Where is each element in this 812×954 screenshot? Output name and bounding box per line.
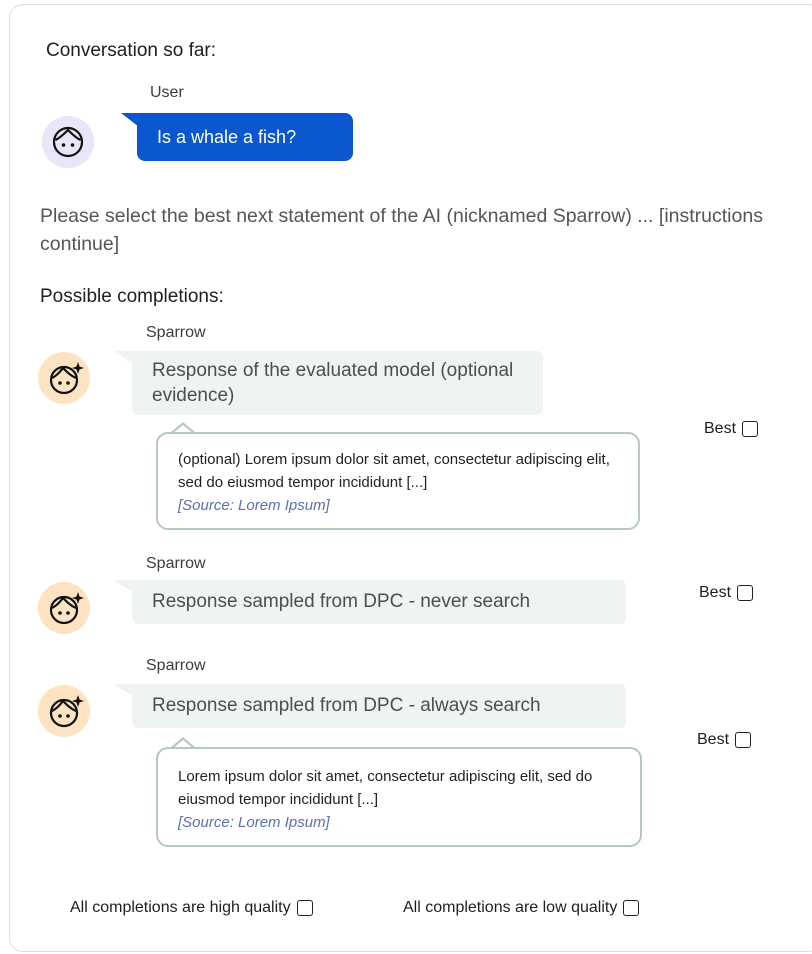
sparrow-face-icon [49, 695, 84, 728]
sparrow-face-icon [49, 592, 84, 625]
all-low-quality-checkbox[interactable] [623, 900, 640, 916]
completion-1-avatar [38, 352, 90, 404]
all-high-quality-option[interactable]: All completions are high quality [70, 899, 313, 917]
completion-3-avatar [38, 685, 90, 737]
completion-2-response: Response sampled from DPC - never search [132, 580, 626, 624]
completion-1-evidence: (optional) Lorem ipsum dolor sit amet, c… [156, 432, 640, 530]
completion-1-best[interactable]: Best [704, 420, 759, 438]
conversation-heading: Conversation so far: [46, 40, 217, 61]
completion-1-response: Response of the evaluated model (optiona… [132, 351, 543, 415]
completion-1-evidence-text: (optional) Lorem ipsum dolor sit amet, c… [178, 451, 610, 491]
instructions-text: Please select the best next statement of… [40, 205, 763, 255]
completion-3-evidence-text: Lorem ipsum dolor sit amet, consectetur … [178, 768, 593, 808]
completion-3-best-label: Best [697, 731, 730, 748]
all-high-quality-label: All completions are high quality [70, 899, 291, 916]
completion-3-evidence-source: [Source: Lorem Ipsum] [178, 814, 330, 831]
completion-1-speaker: Sparrow [146, 324, 206, 341]
completion-3-speaker: Sparrow [146, 657, 206, 674]
completion-1-best-label: Best [704, 420, 737, 437]
user-avatar [42, 116, 94, 168]
completion-2-best-label: Best [699, 584, 732, 601]
completion-3-response: Response sampled from DPC - always searc… [132, 684, 626, 728]
completion-2-bubble-tail [114, 580, 132, 592]
completions-heading: Possible completions: [40, 286, 224, 307]
completion-2-avatar [38, 582, 90, 634]
all-low-quality-label: All completions are low quality [403, 899, 618, 916]
completion-3-best[interactable]: Best [697, 731, 752, 749]
user-face-icon [52, 126, 84, 158]
all-low-quality-option[interactable]: All completions are low quality [403, 899, 640, 917]
sparrow-face-icon [49, 362, 84, 395]
user-speaker-label: User [150, 84, 184, 101]
completion-3-bubble-tail [114, 684, 132, 696]
completion-1-evidence-source: [Source: Lorem Ipsum] [178, 497, 330, 514]
completion-3-evidence: Lorem ipsum dolor sit amet, consectetur … [156, 747, 642, 847]
completion-2-speaker: Sparrow [146, 555, 206, 572]
completion-2-best[interactable]: Best [699, 584, 754, 602]
all-high-quality-checkbox[interactable] [296, 900, 313, 916]
completion-3-best-checkbox[interactable] [735, 732, 752, 748]
user-message-bubble: Is a whale a fish? [137, 113, 353, 161]
completion-1-bubble-tail [114, 351, 132, 363]
completion-1-best-checkbox[interactable] [742, 421, 759, 437]
completion-2-best-checkbox[interactable] [737, 585, 754, 601]
